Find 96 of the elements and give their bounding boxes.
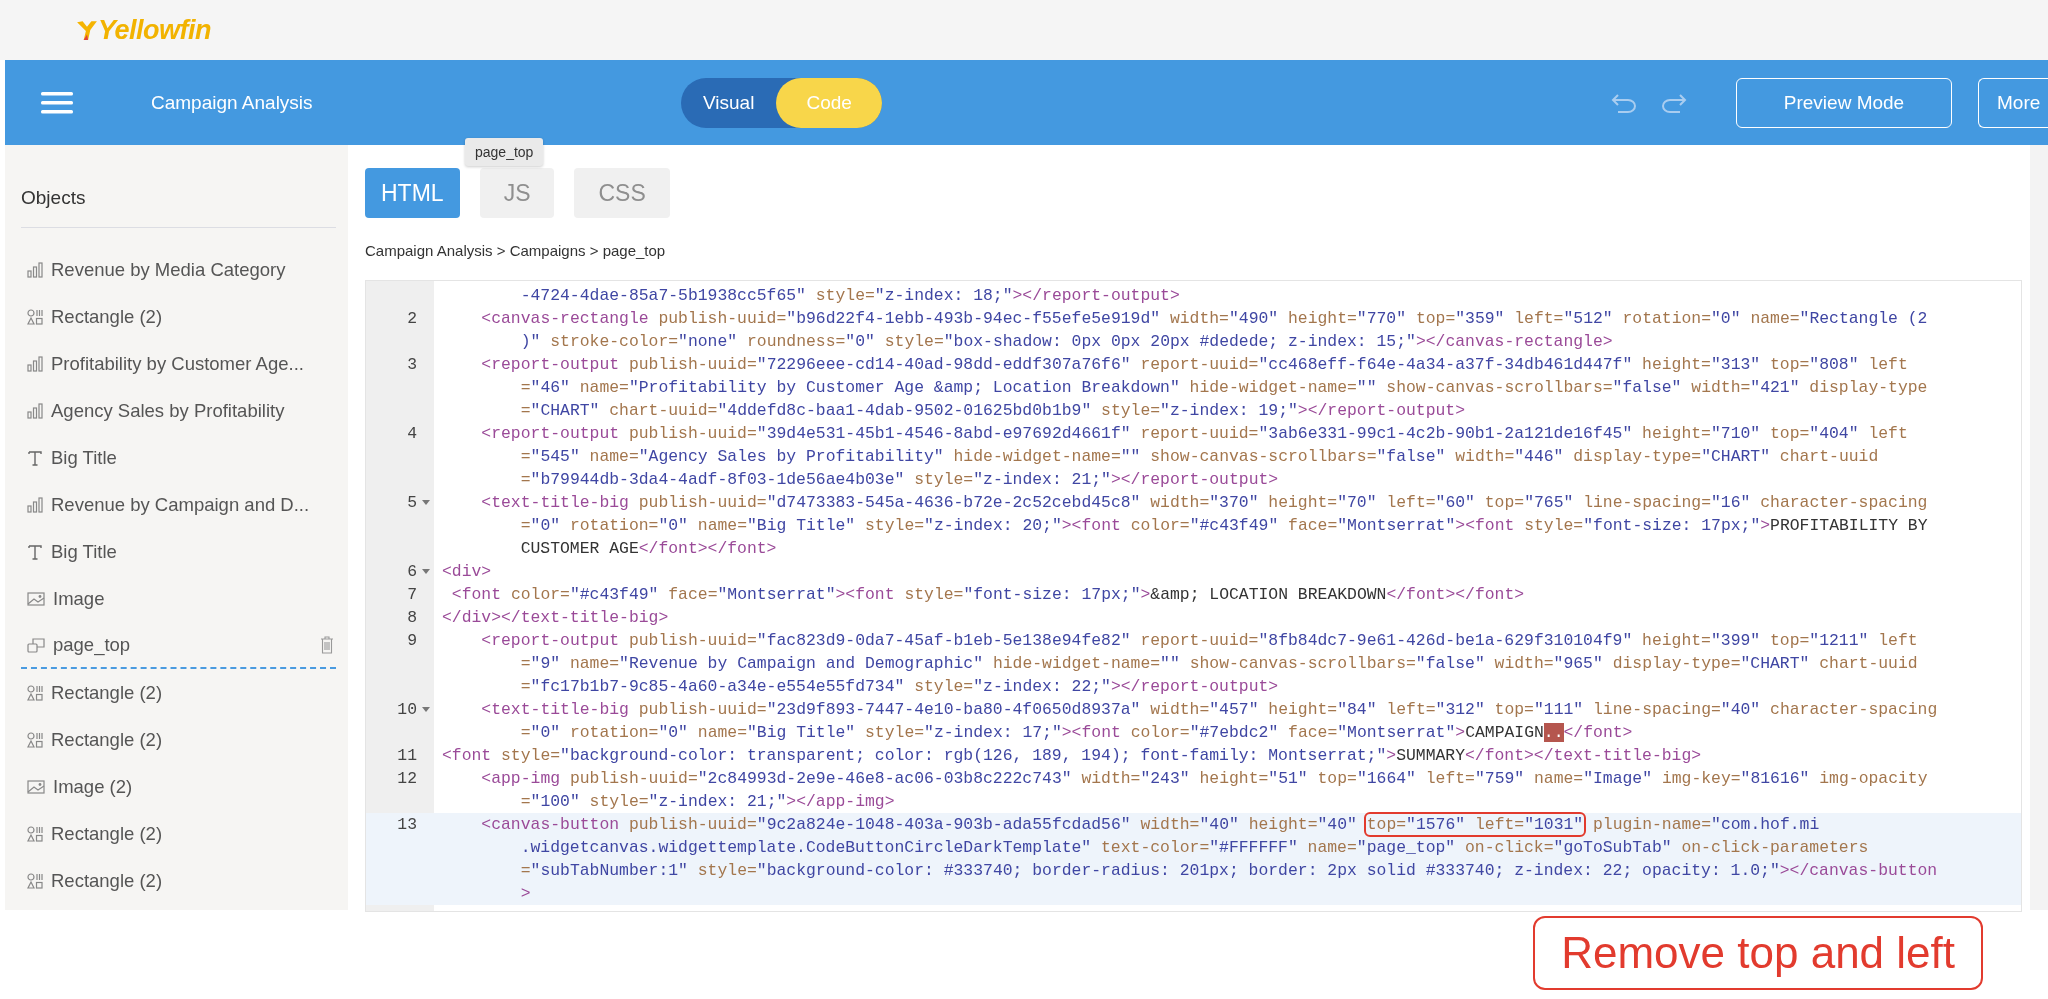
line-number: 9 <box>407 630 417 652</box>
object-item[interactable]: Rectangle (2) <box>21 857 336 904</box>
code-line: <report-output publish-uuid="fac823d9-0da7-45af-b1eb-5e138e94fe82" report-uuid="8fb84dc7-9e61-426d-be1a-629f310104f9" height="399" top="1211" left <box>480 630 1918 652</box>
line-number: 13 <box>397 814 417 836</box>
annotation-callout: Remove top and left <box>1533 916 1983 990</box>
code-line: ="0" rotation="0" name="Big Title" style="z-index: 20;"><font color="#c43f49" face="Montserrat"><font style="font-size: 17px;">PROFITABILITY BY <box>519 515 1928 537</box>
object-label: Image <box>53 587 106 610</box>
object-item[interactable]: Rectangle (2) <box>21 810 336 857</box>
code-line: ="0" rotation="0" name="Big Title" style="z-index: 17;"><font color="#7ebdc2" face="Montserrat">CAMPAIGN..</font> <box>519 722 1634 744</box>
object-item[interactable]: Rectangle (2) <box>21 716 336 763</box>
code-line: ="fc17b1b7-9c85-4a60-a34e-e554e55fd734" style="z-index: 22;"></report-output> <box>519 676 1280 698</box>
object-item[interactable]: Revenue by Campaign and D... <box>21 481 336 528</box>
code-line: CUSTOMER AGE</font></font> <box>519 538 778 560</box>
code-line: <text-title-big publish-uuid="d7473383-545a-4636-b72e-2c52cebd45c8" width="370" height="70" left="60" top="765" line-spacing="16" character-spacing <box>480 492 1928 514</box>
code-line: ="b79944db-3da4-4adf-8f03-1de56ae4b03e" style="z-index: 21;"></report-output> <box>519 469 1280 491</box>
object-label: Image (2) <box>53 775 134 798</box>
object-label: Big Title <box>51 540 118 563</box>
code-line: ="46" name="Profitability by Customer Age &amp; Location Breakdown" hide-widget-name="" show-canvas-scrollbars="false" width="421" display-type <box>519 377 1928 399</box>
code-line: <report-output publish-uuid="72296eee-cd14-40ad-98dd-eddf307a76f6" report-uuid="cc468eff-f64e-4a34-a37f-34db461d447f" height="313" top="808" left <box>480 354 1909 376</box>
report-title: Campaign Analysis <box>151 91 314 114</box>
code-line: <font color="#c43f49" face="Montserrat"><font style="font-size: 17px;">&amp; LOCATION BREAKDOWN</font></font> <box>450 584 1525 606</box>
line-number: 10 <box>397 699 417 721</box>
object-label: Agency Sales by Profitability <box>51 399 286 422</box>
object-item[interactable]: Rectangle (2) <box>21 669 336 716</box>
code-line: <div> <box>442 561 492 583</box>
menu-icon[interactable] <box>41 90 73 115</box>
object-label: Rectangle (2) <box>51 305 164 328</box>
panel-heading: Objects <box>21 186 87 210</box>
shapes-icon <box>27 731 43 748</box>
line-number: 6 <box>407 561 417 583</box>
code-line: <text-title-big publish-uuid="23d9f893-7447-4e10-ba80-4f0650d8937a" width="457" height="84" left="312" top="111" line-spacing="40" character-spacing <box>480 699 1938 721</box>
shapes-icon <box>27 684 43 701</box>
breadcrumb: Campaign Analysis > Campaigns > page_top <box>365 242 667 261</box>
code-line: -4724-4dae-85a7-5b1938cc5f65" style="z-index: 18;"></report-output> <box>519 285 1180 307</box>
code-line: .widgetcanvas.widgettemplate.CodeButtonCircleDarkTemplate" text-color="#FFFFFF" name="page_top" on-click="goToSubTab" on-click-parameters <box>519 837 1870 859</box>
code-line: <canvas-button publish-uuid="9c2a824e-1048-403a-903b-ada55fcdad56" width="40" height="40" top="1576" left="1031" plugin-name="com.hof.mi <box>442 813 1938 836</box>
fold-caret-icon[interactable] <box>422 500 430 506</box>
code-line: > <box>519 883 532 905</box>
code-line: <canvas-rectangle publish-uuid="b96d22f4-1ebb-493b-94ec-f55efe5e919d" width="490" height="770" top="359" left="512" rotation="0" name="Rectangle (2 <box>480 308 1928 330</box>
shapes-icon <box>27 308 43 325</box>
bar-chart-icon <box>27 496 43 513</box>
object-item[interactable]: Big Title <box>21 434 336 481</box>
object-label: Revenue by Media Category <box>51 258 287 281</box>
image-icon <box>27 779 45 794</box>
code-line: ="subTabNumber:1" style="background-color: #333740; border-radius: 201px; border: 2px solid #333740; z-index: 22; opacity: 1.0;"></canvas-button <box>519 860 1938 882</box>
object-item[interactable]: Profitability by Customer Age... <box>21 340 336 387</box>
code-line: ="545" name="Agency Sales by Profitability" hide-widget-name="" show-canvas-scrollbars="false" width="446" display-type="CHART" chart-uuid <box>519 446 1880 468</box>
tooltip: page_top <box>465 138 544 166</box>
brand-logo: Yellowfin <box>76 14 211 46</box>
image-icon <box>27 591 45 606</box>
line-number: 11 <box>397 745 417 767</box>
fold-caret-icon[interactable] <box>422 707 430 713</box>
line-number: 7 <box>407 584 417 606</box>
bar-chart-icon <box>27 261 43 278</box>
shapes-icon <box>27 872 43 889</box>
code-line: ="100" style="z-index: 21;"></app-img> <box>519 791 896 813</box>
trash-icon[interactable] <box>320 635 334 654</box>
object-item[interactable]: Image (2) <box>21 763 336 810</box>
object-item[interactable]: Image <box>21 575 336 622</box>
object-item[interactable]: Rectangle (2) <box>21 293 336 340</box>
code-line: ="9" name="Revenue by Campaign and Demographic" hide-widget-name="" show-canvas-scrollbars="false" width="965" display-type="CHART" chart-uuid <box>519 653 1918 675</box>
shapes-icon <box>27 825 43 842</box>
button-icon <box>27 636 45 653</box>
code-line: <app-img publish-uuid="2c84993d-2e9e-46e8-ac06-03b8c222c743" width="243" height="51" top="1664" left="759" name="Image" img-key="81616" img-opacity <box>480 768 1928 790</box>
undo-icon[interactable] <box>1610 91 1638 114</box>
line-number: 2 <box>407 308 417 330</box>
text-icon <box>27 449 43 466</box>
line-number: 3 <box>407 354 417 376</box>
redo-icon[interactable] <box>1660 91 1688 114</box>
object-item[interactable]: Revenue by Media Category <box>21 246 336 293</box>
object-label: Rectangle (2) <box>51 728 164 751</box>
code-line: )" stroke-color="none" roundness="0" style="box-shadow: 0px 0px 20px #dedede; z-index: 15;"></canvas-rectangle> <box>519 331 1614 353</box>
mode-option[interactable]: Visual <box>681 77 777 128</box>
mode-toggle[interactable]: Visual Code <box>681 77 882 128</box>
object-label: Rectangle (2) <box>51 681 164 704</box>
fold-caret-icon[interactable] <box>422 569 430 575</box>
bar-chart-icon <box>27 355 43 372</box>
line-number: 5 <box>407 492 417 514</box>
object-label: Revenue by Campaign and D... <box>51 493 311 516</box>
object-label: Rectangle (2) <box>51 869 164 892</box>
line-number: 4 <box>407 423 417 445</box>
code-line: </div></text-title-big> <box>442 607 669 629</box>
object-label: Profitability by Customer Age... <box>51 352 305 375</box>
object-item[interactable]: page_top <box>21 622 336 669</box>
object-item[interactable]: Big Title <box>21 528 336 575</box>
object-label: Big Title <box>51 446 118 469</box>
object-label: page_top <box>53 633 132 656</box>
line-number: 12 <box>397 768 417 790</box>
code-line: <report-output publish-uuid="39d4e531-45b1-4546-8abd-e97692d4661f" report-uuid="3ab6e331-99c1-4c2b-90b1-2a121de16f45" height="710" top="404" left <box>480 423 1908 445</box>
line-number: 8 <box>407 607 417 629</box>
object-item[interactable]: Agency Sales by Profitability <box>21 387 336 434</box>
object-label: Rectangle (2) <box>51 822 164 845</box>
code-line: ="CHART" chart-uuid="4ddefd8c-baa1-4dab-9502-01625bd0b1b9" style="z-index: 19;"></report-output> <box>519 400 1467 422</box>
text-icon <box>27 543 43 560</box>
code-line: <font style="background-color: transparent; color: rgb(126, 189, 194); font-family: Montserrat;">SUMMARY</font></text-title-big> <box>442 745 1702 767</box>
bar-chart-icon <box>27 402 43 419</box>
